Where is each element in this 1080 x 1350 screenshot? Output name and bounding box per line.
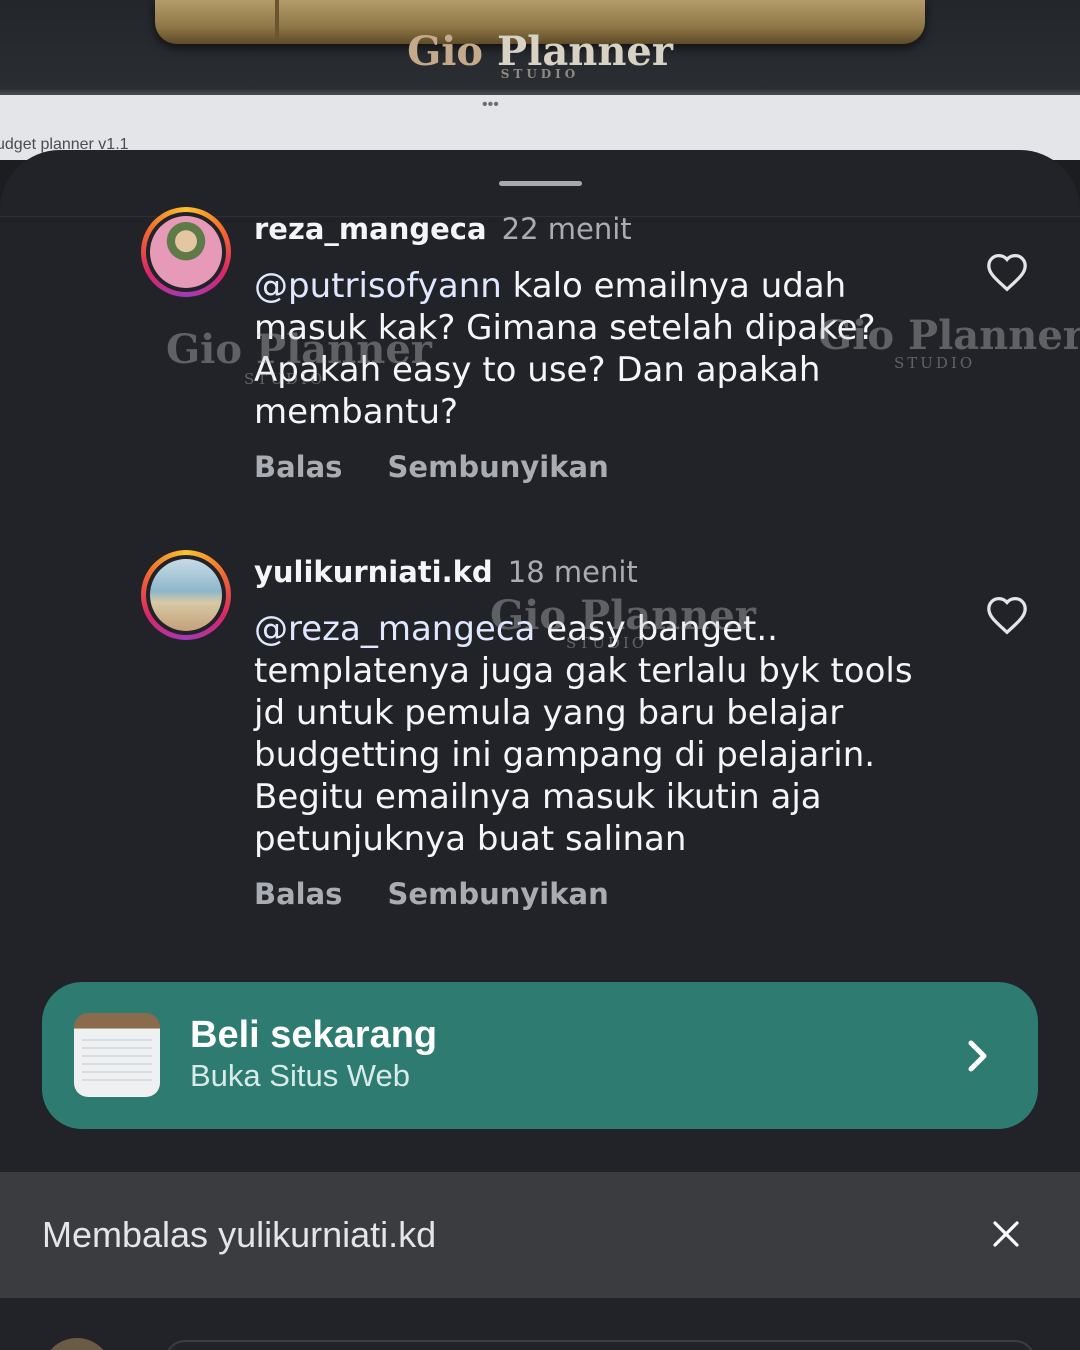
watermark-logo: Gio Planner STUDIO bbox=[166, 326, 432, 388]
product-thumbnail bbox=[74, 1013, 160, 1097]
avatar-reza-mangeca[interactable] bbox=[141, 207, 231, 297]
brand-logo-top: Gio Planner STUDIO bbox=[407, 28, 673, 81]
cta-title[interactable]: Beli sekarang bbox=[190, 1014, 437, 1057]
comment-actions: Balas Sembunyikan bbox=[254, 877, 649, 911]
replying-to-label: Membalas yulikurniati.kd bbox=[42, 1214, 437, 1255]
avatar-yulikurniati[interactable] bbox=[141, 550, 231, 640]
comment-timestamp: 18 menit bbox=[507, 555, 638, 589]
close-icon[interactable] bbox=[990, 1218, 1022, 1250]
comment-header: reza_mangeca 22 menit bbox=[254, 212, 632, 246]
like-heart-icon[interactable] bbox=[985, 595, 1029, 635]
drag-handle[interactable] bbox=[499, 181, 582, 186]
reply-button[interactable]: Balas bbox=[254, 877, 342, 911]
like-heart-icon[interactable] bbox=[985, 252, 1029, 292]
comment-input[interactable] bbox=[165, 1340, 1035, 1350]
comment-timestamp: 22 menit bbox=[501, 212, 632, 246]
chevron-right-icon[interactable] bbox=[963, 1038, 993, 1074]
watermark-logo: Gio Planner STUDIO bbox=[818, 312, 1080, 372]
comment-username[interactable]: yulikurniati.kd bbox=[254, 555, 493, 589]
comment-mention[interactable]: @putrisofyann bbox=[254, 266, 502, 306]
comment-username[interactable]: reza_mangeca bbox=[254, 212, 487, 246]
comment-header: yulikurniati.kd 18 menit bbox=[254, 555, 638, 589]
comment-actions: Balas Sembunyikan bbox=[254, 450, 649, 484]
watermark-logo: Gio Planner STUDIO bbox=[490, 592, 756, 652]
hide-button[interactable]: Sembunyikan bbox=[388, 450, 609, 484]
reply-button[interactable]: Balas bbox=[254, 450, 342, 484]
cta-subtitle[interactable]: Buka Situs Web bbox=[190, 1058, 410, 1094]
background-window-dots: ••• bbox=[482, 96, 499, 113]
hide-button[interactable]: Sembunyikan bbox=[388, 877, 609, 911]
